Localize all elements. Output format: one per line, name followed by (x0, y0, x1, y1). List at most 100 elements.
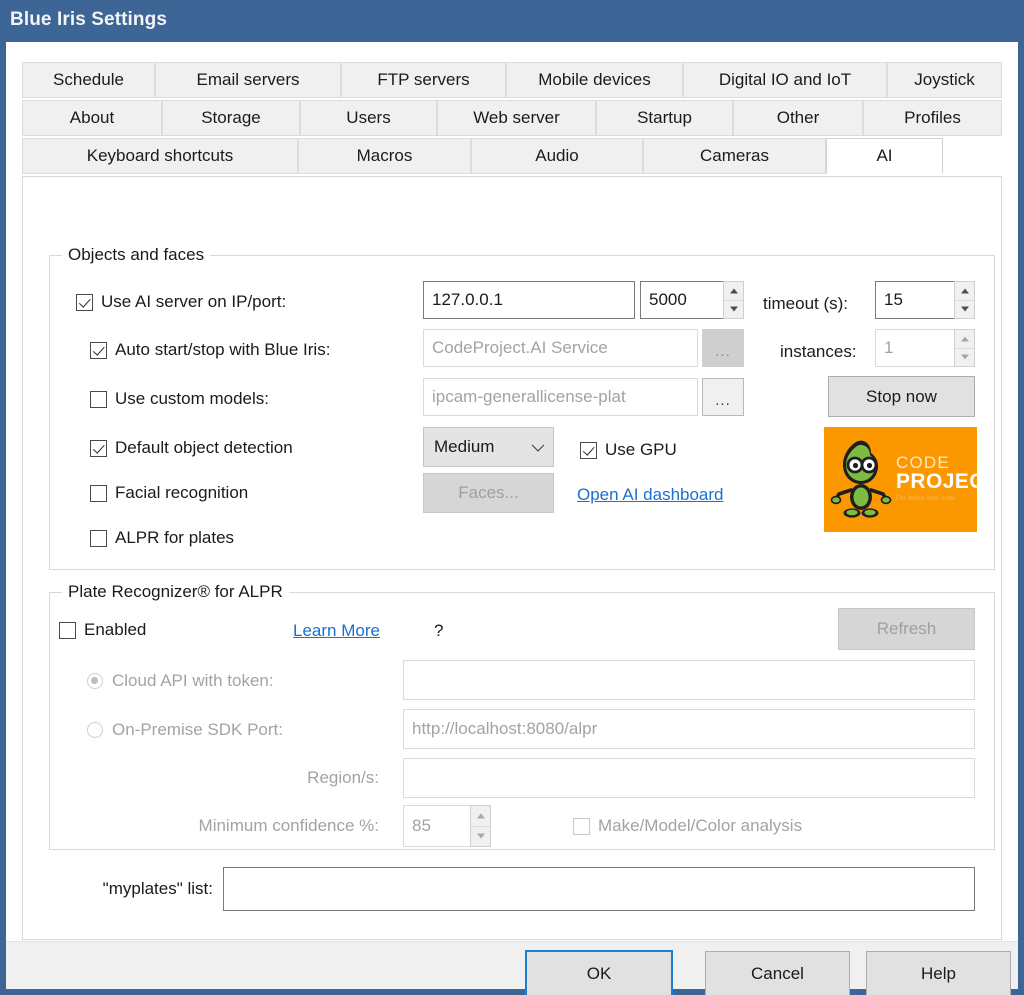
tab-keyboard-shortcuts[interactable]: Keyboard shortcuts (22, 138, 298, 174)
tab-cameras[interactable]: Cameras (643, 138, 826, 174)
minimum-confidence-spinner[interactable]: 85 (403, 805, 491, 847)
browse-dots-icon: ... (715, 343, 731, 360)
tab-label: AI (876, 146, 893, 165)
port-spin-down-icon[interactable] (724, 299, 743, 319)
tab-label: Profiles (904, 108, 961, 127)
port-value[interactable]: 5000 (640, 281, 723, 319)
tab-label: Users (346, 108, 391, 127)
tab-profiles[interactable]: Profiles (863, 100, 1002, 136)
stop-now-button[interactable]: Stop now (828, 376, 975, 417)
tab-page-ai: Objects and faces Use AI server on IP/po… (22, 176, 1002, 940)
blue-iris-settings-window: Blue Iris Settings Schedule Email server… (0, 0, 1024, 995)
checkbox-label: Use GPU (605, 440, 677, 459)
custom-models-input[interactable] (423, 378, 698, 416)
checkbox-use-gpu[interactable]: Use GPU (580, 440, 677, 460)
instances-label: instances: (780, 342, 857, 361)
tab-label: Other (776, 108, 820, 127)
learn-more-link[interactable]: Learn More (293, 621, 380, 641)
confidence-spin-down-icon[interactable] (471, 825, 490, 847)
ai-service-name-input[interactable] (423, 329, 698, 367)
checkbox-use-custom-models[interactable]: Use custom models: (90, 389, 269, 409)
tab-mobile-devices[interactable]: Mobile devices (506, 62, 683, 98)
tab-strip: Schedule Email servers FTP servers Mobil… (22, 62, 1002, 178)
open-ai-dashboard-link[interactable]: Open AI dashboard (577, 485, 724, 505)
checkbox-box (76, 293, 93, 311)
checkbox-facial-recognition[interactable]: Facial recognition (90, 483, 248, 503)
instances-spinner[interactable]: 1 (875, 329, 975, 367)
tab-audio[interactable]: Audio (471, 138, 643, 174)
tab-ftp-servers[interactable]: FTP servers (341, 62, 506, 98)
tab-row-2: About Storage Users Web server Startup O… (22, 100, 1002, 136)
tab-email-servers[interactable]: Email servers (155, 62, 341, 98)
ok-button[interactable]: OK (525, 950, 673, 995)
tab-storage[interactable]: Storage (162, 100, 300, 136)
tab-startup[interactable]: Startup (596, 100, 733, 136)
timeout-label: timeout (s): (763, 294, 849, 313)
tab-label: Joystick (914, 70, 975, 89)
ok-button-label: OK (586, 963, 612, 983)
instances-spin-up-icon[interactable] (955, 330, 974, 348)
tab-schedule[interactable]: Schedule (22, 62, 155, 98)
tab-users[interactable]: Users (300, 100, 437, 136)
checkbox-default-object-detection[interactable]: Default object detection (90, 438, 293, 458)
cancel-button[interactable]: Cancel (705, 951, 850, 995)
port-spin-up-icon[interactable] (724, 282, 743, 300)
confidence-spin-up-icon[interactable] (471, 806, 490, 826)
tab-other[interactable]: Other (733, 100, 863, 136)
ai-server-ip-input[interactable] (423, 281, 635, 319)
radio-box (87, 673, 103, 689)
tab-digital-io-and-iot[interactable]: Digital IO and IoT (683, 62, 887, 98)
checkbox-auto-start-stop[interactable]: Auto start/stop with Blue Iris: (90, 340, 330, 360)
tab-label: Mobile devices (538, 70, 651, 89)
radio-box (87, 722, 103, 738)
checkbox-plate-recognizer-enabled[interactable]: Enabled (59, 620, 146, 640)
cloud-api-token-input[interactable] (403, 660, 975, 700)
checkbox-box (90, 341, 107, 359)
tab-row-3: Keyboard shortcuts Macros Audio Cameras … (22, 138, 1002, 174)
radio-cloud-api[interactable]: Cloud API with token: (87, 671, 274, 691)
instances-value[interactable]: 1 (875, 329, 954, 367)
browse-dots-icon: ... (715, 392, 731, 409)
window-title: Blue Iris Settings (10, 9, 168, 30)
regions-label: Region/s: (307, 768, 379, 787)
tab-macros[interactable]: Macros (298, 138, 471, 174)
checkbox-label: Make/Model/Color analysis (598, 816, 803, 835)
tab-web-server[interactable]: Web server (437, 100, 596, 136)
ai-server-port-spinner[interactable]: 5000 (640, 281, 744, 319)
checkbox-label: ALPR for plates (115, 528, 235, 547)
tab-label: Digital IO and IoT (718, 70, 852, 89)
window-body: Schedule Email servers FTP servers Mobil… (0, 42, 1024, 995)
timeout-value[interactable]: 15 (875, 281, 954, 319)
help-question-icon[interactable]: ? (434, 621, 443, 641)
confidence-spin-buttons (470, 805, 491, 847)
timeout-spin-up-icon[interactable] (955, 282, 974, 300)
checkbox-box (90, 529, 107, 547)
tab-joystick[interactable]: Joystick (887, 62, 1002, 98)
instances-spin-down-icon[interactable] (955, 347, 974, 367)
minimum-confidence-value[interactable]: 85 (403, 805, 470, 847)
faces-button[interactable]: Faces... (423, 473, 554, 513)
refresh-button[interactable]: Refresh (838, 608, 975, 650)
timeout-spinner[interactable]: 15 (875, 281, 975, 319)
help-button[interactable]: Help (866, 951, 1011, 995)
on-premise-sdk-port-input[interactable] (403, 709, 975, 749)
logo-line-2: PROJECT (896, 470, 977, 493)
tab-label: Macros (356, 146, 413, 165)
timeout-spin-down-icon[interactable] (955, 299, 974, 319)
checkbox-alpr-for-plates[interactable]: ALPR for plates (90, 528, 234, 548)
regions-input[interactable] (403, 758, 975, 798)
browse-service-button[interactable]: ... (702, 329, 744, 367)
myplates-list-input[interactable] (223, 867, 975, 911)
detection-level-select[interactable]: Medium (423, 427, 554, 467)
browse-custom-models-button[interactable]: ... (702, 378, 744, 416)
tab-about[interactable]: About (22, 100, 162, 136)
checkbox-make-model-color-analysis[interactable]: Make/Model/Color analysis (573, 816, 802, 836)
tab-label: Email servers (196, 70, 300, 89)
radio-on-premise-sdk[interactable]: On-Premise SDK Port: (87, 720, 283, 740)
cancel-button-label: Cancel (751, 963, 804, 983)
tab-label: About (69, 108, 115, 127)
checkbox-label: Enabled (84, 620, 147, 639)
checkbox-use-ai-server[interactable]: Use AI server on IP/port: (76, 292, 286, 312)
dialog-footer: OK Cancel Help (6, 941, 1018, 995)
tab-ai[interactable]: AI (826, 138, 943, 174)
